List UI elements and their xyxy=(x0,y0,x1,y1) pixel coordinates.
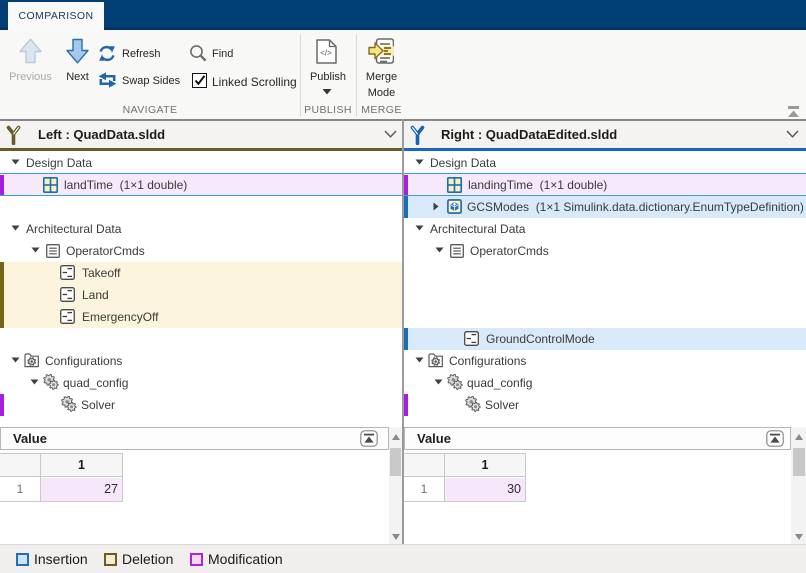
svg-text:</>: </> xyxy=(320,49,332,58)
